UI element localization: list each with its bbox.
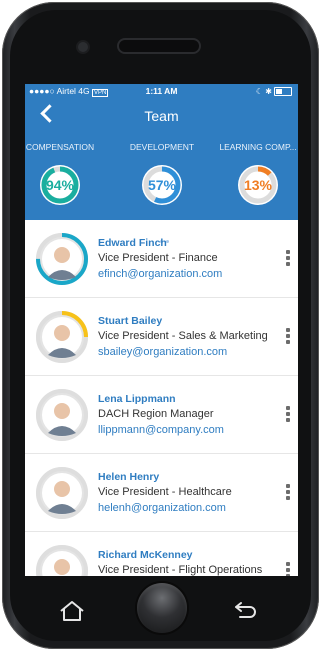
kpi-label: DEVELOPMENT bbox=[129, 142, 195, 152]
kpi-value: 13% bbox=[243, 177, 273, 193]
person-details: Helen Henry Vice President - Healthcare he… bbox=[98, 470, 268, 516]
kpi-gauge: 13% bbox=[238, 165, 278, 205]
team-list: Edward Finch Vice President - Finance efin… bbox=[25, 220, 298, 576]
avatar[interactable] bbox=[36, 467, 88, 519]
person-title: Vice President - Finance bbox=[98, 252, 218, 264]
person-name[interactable]: Stuart Bailey bbox=[98, 314, 268, 328]
list-item[interactable]: Stuart Bailey Vice President - Sales & Ma… bbox=[25, 298, 298, 376]
more-vertical-icon[interactable] bbox=[286, 250, 290, 268]
person-name[interactable]: Lena Lippmann bbox=[98, 392, 268, 406]
avatar[interactable] bbox=[36, 545, 88, 576]
page-title: Team bbox=[144, 108, 179, 124]
person-name[interactable]: Richard McKenney bbox=[98, 548, 268, 562]
kpi-value: 57% bbox=[147, 177, 177, 193]
avatar[interactable] bbox=[36, 233, 88, 285]
person-details: Lena Lippmann DACH Region Manager llippman… bbox=[98, 392, 268, 438]
person-details: Richard McKenney Vice President - Flight … bbox=[98, 548, 268, 576]
return-arrow-icon[interactable] bbox=[232, 600, 258, 620]
kpi-compensation[interactable]: COMPENSATION 94% bbox=[25, 142, 105, 205]
kpi-label: COMPENSATION bbox=[25, 142, 95, 152]
kpi-learning-comp[interactable]: LEARNING COMP... 13% bbox=[213, 142, 298, 205]
person-details: Edward Finch Vice President - Finance efin… bbox=[98, 236, 268, 282]
front-camera bbox=[78, 42, 88, 52]
kpi-value: 94% bbox=[45, 177, 75, 193]
kpi-gauge: 57% bbox=[142, 165, 182, 205]
nav-bar: Team bbox=[25, 102, 298, 130]
more-vertical-icon[interactable] bbox=[286, 562, 290, 576]
avatar[interactable] bbox=[36, 311, 88, 363]
person-email[interactable]: helenh@organization.com bbox=[98, 500, 268, 516]
kpi-gauge: 94% bbox=[40, 165, 80, 205]
person-email[interactable]: llippmann@company.com bbox=[98, 422, 268, 438]
person-title: Vice President - Flight Operations bbox=[98, 564, 263, 576]
person-name[interactable]: Helen Henry bbox=[98, 470, 268, 484]
earpiece-speaker bbox=[119, 40, 199, 52]
person-email[interactable]: efinch@organization.com bbox=[98, 266, 268, 282]
team-header: ●●●●○ Airtel 4G VPN 1:11 AM ☾ ✱ Team COM… bbox=[25, 84, 298, 243]
home-outline-icon[interactable] bbox=[58, 600, 86, 622]
list-item[interactable]: Lena Lippmann DACH Region Manager llippman… bbox=[25, 376, 298, 454]
more-vertical-icon[interactable] bbox=[286, 406, 290, 424]
person-email[interactable]: sbailey@organization.com bbox=[98, 344, 268, 360]
person-name[interactable]: Edward Finch bbox=[98, 236, 268, 250]
kpi-development[interactable]: DEVELOPMENT 57% bbox=[117, 142, 207, 205]
list-item[interactable]: Edward Finch Vice President - Finance efin… bbox=[25, 220, 298, 298]
app-screen: ●●●●○ Airtel 4G VPN 1:11 AM ☾ ✱ Team COM… bbox=[25, 84, 298, 576]
more-vertical-icon[interactable] bbox=[286, 328, 290, 346]
person-title: Vice President - Healthcare bbox=[98, 486, 232, 498]
more-vertical-icon[interactable] bbox=[286, 484, 290, 502]
avatar[interactable] bbox=[36, 389, 88, 441]
status-icons: ☾ ✱ bbox=[256, 87, 292, 97]
person-title: Vice President - Sales & Marketing bbox=[98, 330, 268, 342]
status-bar: ●●●●○ Airtel 4G VPN 1:11 AM ☾ ✱ bbox=[25, 84, 298, 98]
battery-icon bbox=[274, 87, 292, 97]
kpi-label: LEARNING COMP... bbox=[219, 142, 297, 152]
home-button[interactable] bbox=[137, 583, 187, 633]
person-title: DACH Region Manager bbox=[98, 408, 214, 420]
person-details: Stuart Bailey Vice President - Sales & Ma… bbox=[98, 314, 268, 360]
list-item[interactable]: Richard McKenney Vice President - Flight … bbox=[25, 532, 298, 576]
list-item[interactable]: Helen Henry Vice President - Healthcare he… bbox=[25, 454, 298, 532]
